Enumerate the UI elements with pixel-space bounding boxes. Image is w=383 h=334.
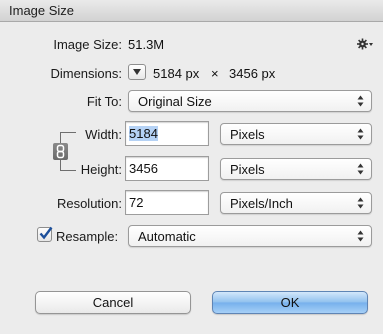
image-size-value: 51.3M — [128, 37, 165, 52]
fit-to-value: Original Size — [138, 94, 212, 109]
width-value: 5184 — [129, 126, 158, 141]
popup-arrows-icon — [357, 197, 364, 209]
dropdown-triangle-icon — [133, 69, 141, 75]
width-unit-select[interactable]: Pixels — [220, 123, 372, 145]
resample-select[interactable]: Automatic — [128, 225, 372, 247]
cancel-button[interactable]: Cancel — [35, 291, 191, 314]
height-unit-value: Pixels — [230, 162, 265, 177]
width-unit-value: Pixels — [230, 127, 265, 142]
resolution-input[interactable]: 72 — [125, 190, 209, 215]
settings-gear-icon[interactable] — [356, 36, 374, 52]
height-unit-select[interactable]: Pixels — [220, 158, 372, 180]
dimensions-times-sign: × — [211, 66, 219, 81]
window-title: Image Size — [9, 3, 75, 18]
popup-arrows-icon — [357, 163, 364, 175]
height-value: 3456 — [129, 161, 158, 176]
height-label: Height: — [80, 162, 122, 177]
resample-checkbox[interactable] — [37, 226, 53, 242]
ok-button[interactable]: OK — [212, 291, 368, 314]
resample-label[interactable]: Resample: — [56, 229, 118, 244]
title-bar: Image Size — [0, 0, 383, 22]
popup-arrows-icon — [357, 128, 364, 140]
popup-arrows-icon — [357, 95, 364, 107]
constrain-proportions-toggle[interactable] — [53, 143, 68, 160]
resample-value: Automatic — [138, 229, 196, 244]
dimensions-menu-button[interactable] — [128, 64, 146, 80]
resolution-unit-select[interactable]: Pixels/Inch — [220, 192, 372, 214]
image-size-label: Image Size: — [53, 37, 122, 52]
popup-arrows-icon — [357, 230, 364, 242]
chain-link-icon — [56, 144, 65, 159]
resolution-value: 72 — [129, 195, 144, 210]
fit-to-label: Fit To: — [86, 94, 122, 109]
width-label: Width: — [85, 127, 122, 142]
resolution-unit-value: Pixels/Inch — [230, 196, 293, 211]
dimensions-label: Dimensions: — [50, 66, 122, 81]
fit-to-select[interactable]: Original Size — [128, 90, 372, 112]
dimensions-width-value: 5184 px — [153, 66, 200, 81]
dimensions-height-value: 3456 px — [229, 66, 276, 81]
width-input[interactable]: 5184 — [125, 121, 209, 146]
checkmark-icon — [39, 226, 53, 240]
resolution-label: Resolution: — [56, 196, 122, 211]
height-input[interactable]: 3456 — [125, 156, 209, 181]
